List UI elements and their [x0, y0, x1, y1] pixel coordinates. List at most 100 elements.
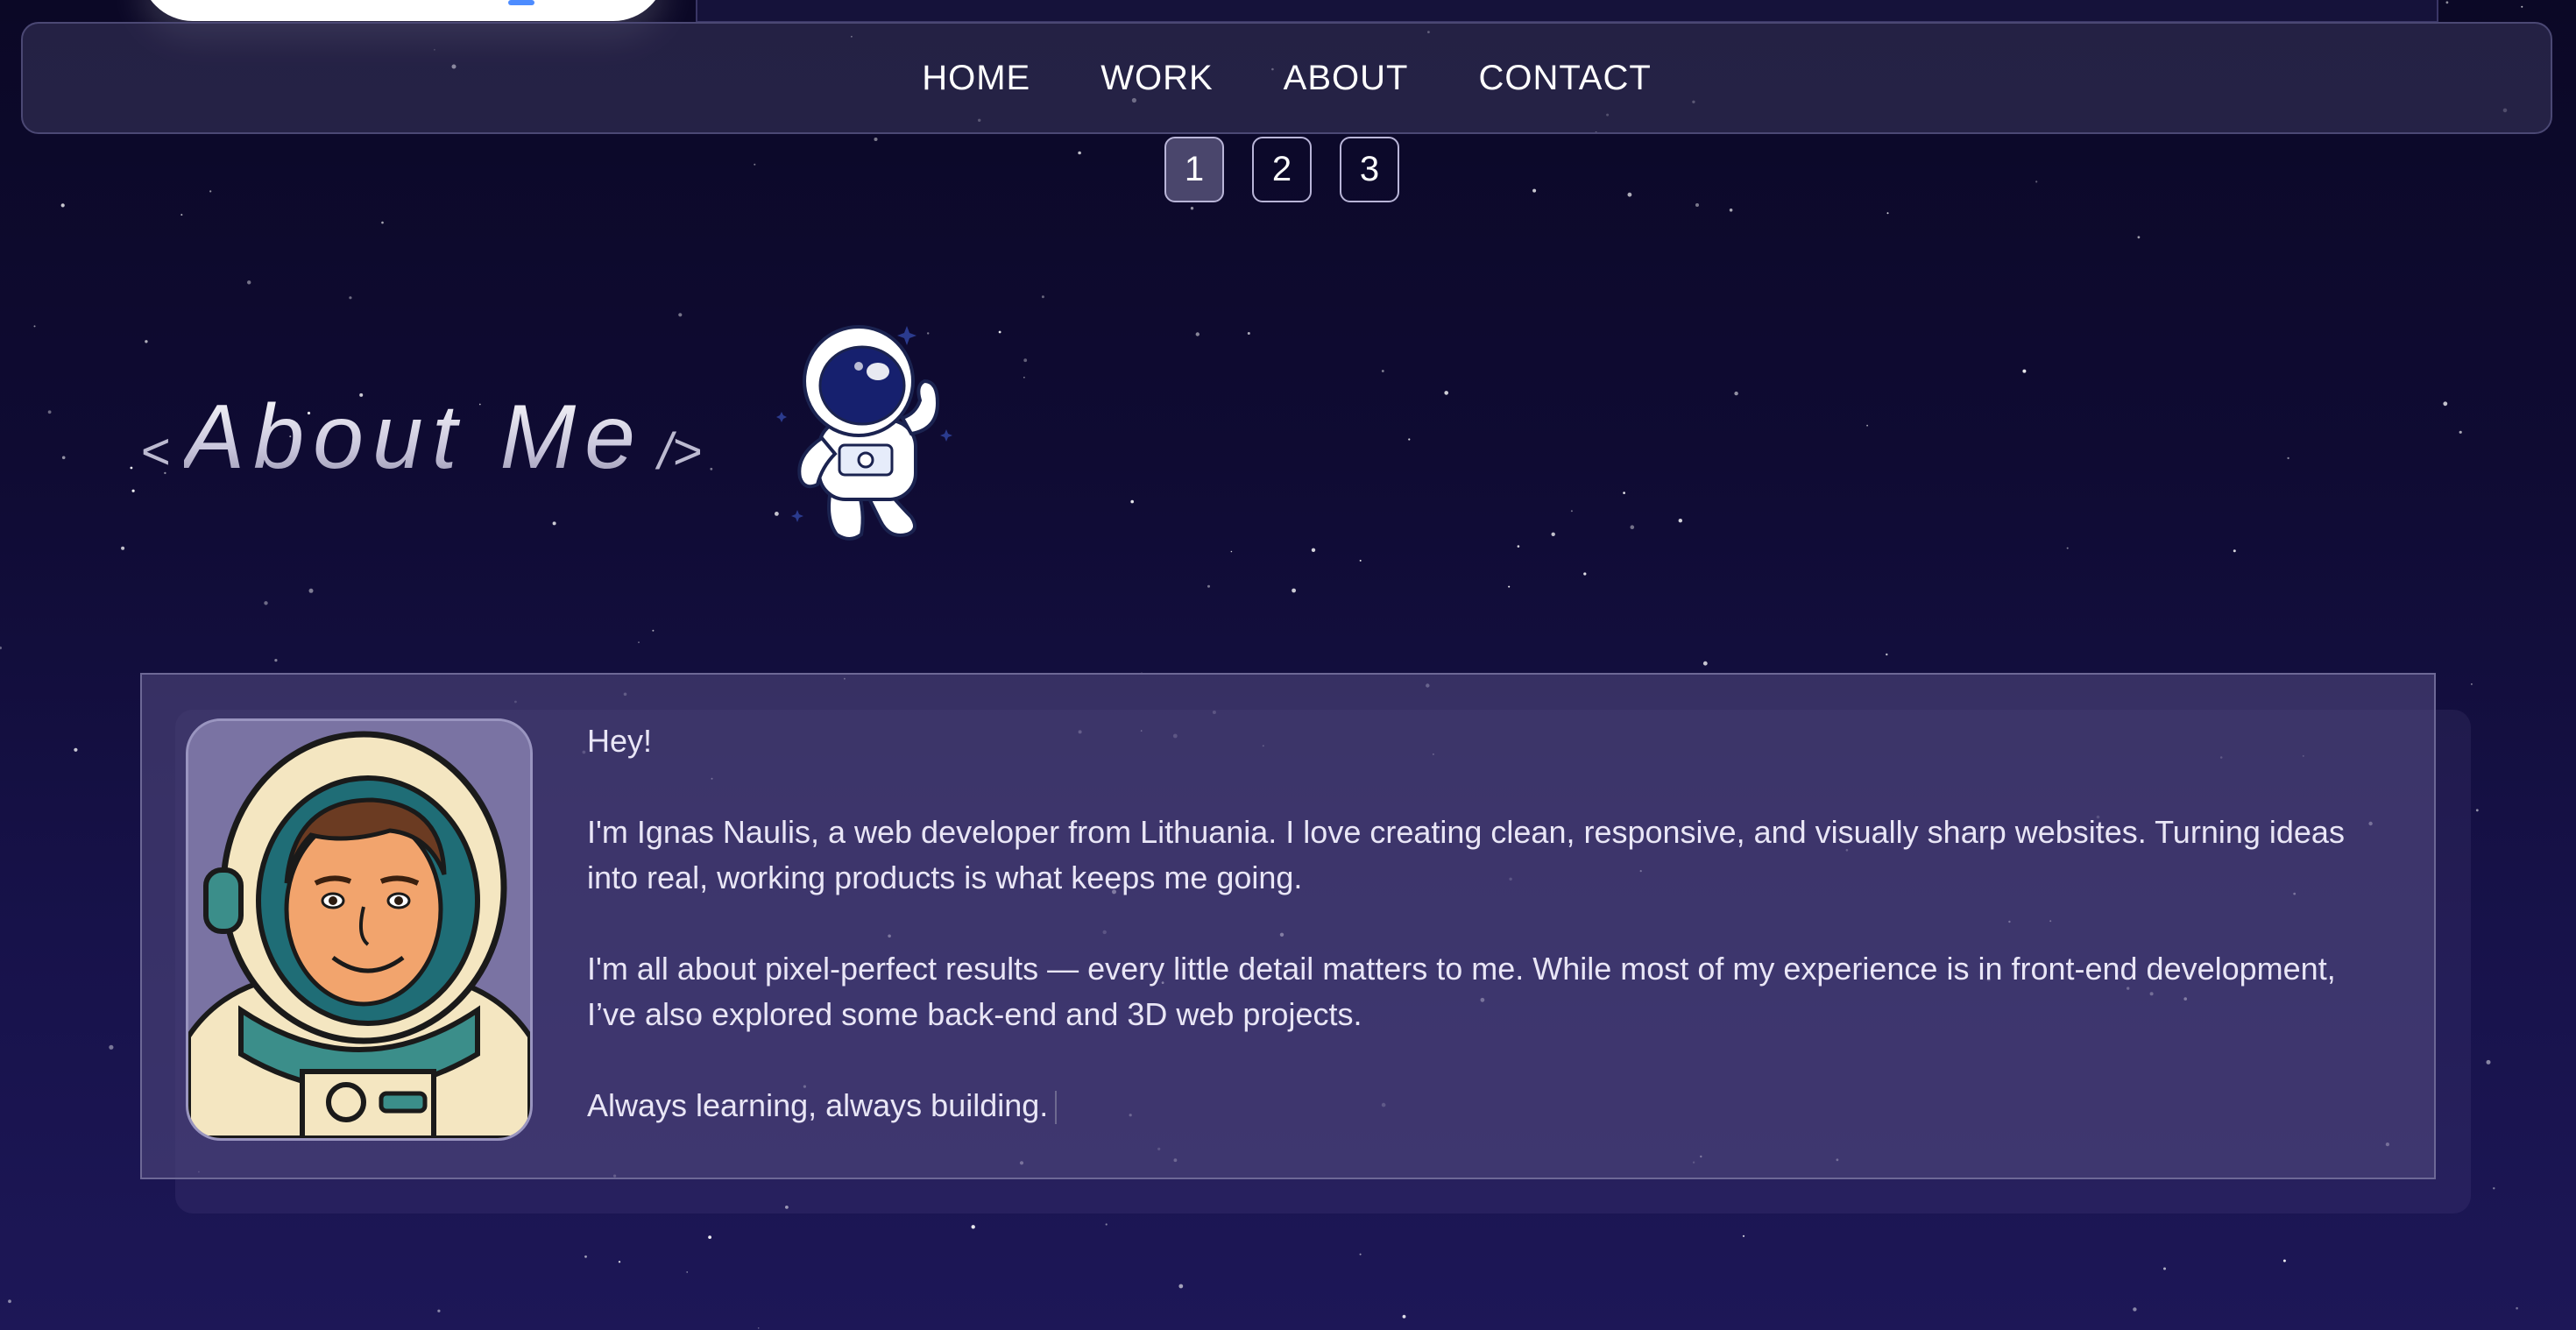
preview-accent — [508, 0, 534, 5]
star — [1583, 572, 1587, 576]
star — [0, 646, 2, 650]
star — [874, 138, 878, 141]
star — [1408, 438, 1411, 441]
star — [2066, 547, 2069, 549]
star — [1105, 1223, 1108, 1226]
star — [2443, 401, 2448, 407]
star — [1734, 391, 1738, 396]
about-bio: Hey! I'm Ignas Naulis, a web developer f… — [587, 718, 2374, 1128]
star — [2287, 456, 2289, 460]
star — [2459, 430, 2462, 434]
star — [1532, 188, 1537, 193]
star — [2233, 549, 2236, 553]
star — [1570, 510, 1573, 513]
star — [2137, 236, 2141, 239]
star — [2282, 1259, 2286, 1263]
nav-about[interactable]: ABOUT — [1284, 59, 1409, 98]
star — [2133, 1307, 2137, 1312]
star — [109, 1044, 114, 1050]
star — [1630, 525, 1635, 529]
astronaut-portrait-avatar — [186, 718, 533, 1141]
previous-section-card — [696, 0, 2438, 23]
astronaut-mascot-icon — [776, 325, 952, 541]
page-button-2[interactable]: 2 — [1252, 137, 1312, 202]
star — [247, 280, 251, 285]
star — [121, 546, 125, 550]
about-card: Hey! I'm Ignas Naulis, a web developer f… — [140, 673, 2436, 1179]
star — [1195, 332, 1200, 336]
bio-paragraph-intro: I'm Ignas Naulis, a web developer from L… — [587, 814, 2345, 895]
typing-cursor — [1055, 1091, 1058, 1125]
star — [1517, 545, 1520, 548]
star — [1381, 370, 1384, 372]
star — [1041, 295, 1044, 299]
star — [1866, 424, 1869, 427]
star — [1359, 559, 1362, 562]
star — [678, 313, 683, 317]
star — [74, 747, 78, 752]
page-title: About Me — [183, 386, 645, 488]
star — [1130, 499, 1134, 504]
nav-contact[interactable]: CONTACT — [1478, 59, 1651, 98]
bio-closing-text: Always learning, always building. — [587, 1087, 1049, 1123]
star — [998, 330, 1001, 334]
star — [1247, 332, 1250, 335]
star — [264, 601, 268, 605]
star — [381, 221, 384, 224]
star — [1359, 1253, 1362, 1256]
star — [971, 1225, 975, 1229]
star — [130, 466, 133, 470]
star — [1886, 212, 1889, 215]
star — [710, 467, 713, 470]
star — [1508, 585, 1511, 588]
star — [1023, 358, 1028, 363]
main-nav: HOME WORK ABOUT CONTACT — [21, 22, 2552, 134]
star — [2022, 369, 2027, 373]
star — [47, 410, 52, 414]
star — [1551, 532, 1555, 536]
heading-open-bracket: < — [140, 423, 170, 480]
star — [1230, 550, 1233, 553]
star — [131, 489, 135, 492]
star — [349, 296, 352, 300]
star — [1207, 584, 1210, 588]
star — [1678, 519, 1683, 523]
star — [2475, 809, 2479, 812]
star — [2035, 180, 2038, 183]
star — [274, 659, 278, 662]
star — [754, 163, 756, 166]
page-button-3[interactable]: 3 — [1340, 137, 1399, 202]
star — [1695, 203, 1699, 207]
star — [686, 1271, 688, 1273]
star — [2445, 1, 2449, 4]
star — [1178, 1284, 1184, 1289]
star — [1886, 653, 1888, 656]
star — [708, 1235, 711, 1239]
star — [1729, 209, 1733, 212]
previous-section-preview — [140, 0, 666, 21]
star — [1444, 391, 1448, 395]
star — [2516, 1306, 2518, 1310]
star — [1311, 548, 1316, 552]
star — [1627, 192, 1632, 197]
star — [180, 214, 183, 216]
star — [33, 325, 36, 328]
star — [2486, 1059, 2491, 1065]
star — [60, 203, 65, 208]
star — [2521, 5, 2523, 8]
page-button-1[interactable]: 1 — [1164, 137, 1224, 202]
page-switcher: 1 2 3 — [1164, 137, 1399, 202]
star — [757, 1327, 760, 1329]
star — [2163, 1267, 2166, 1270]
star — [552, 521, 556, 526]
bio-closing-line: Always learning, always building. — [587, 1083, 2374, 1128]
star — [1402, 1314, 1406, 1319]
nav-work[interactable]: WORK — [1100, 59, 1213, 98]
star — [652, 629, 655, 632]
section-heading: < About Me /> — [140, 386, 702, 490]
star — [8, 1299, 11, 1304]
nav-home[interactable]: HOME — [922, 59, 1030, 98]
star — [1292, 588, 1296, 593]
star — [2493, 1187, 2495, 1190]
star — [638, 641, 640, 643]
